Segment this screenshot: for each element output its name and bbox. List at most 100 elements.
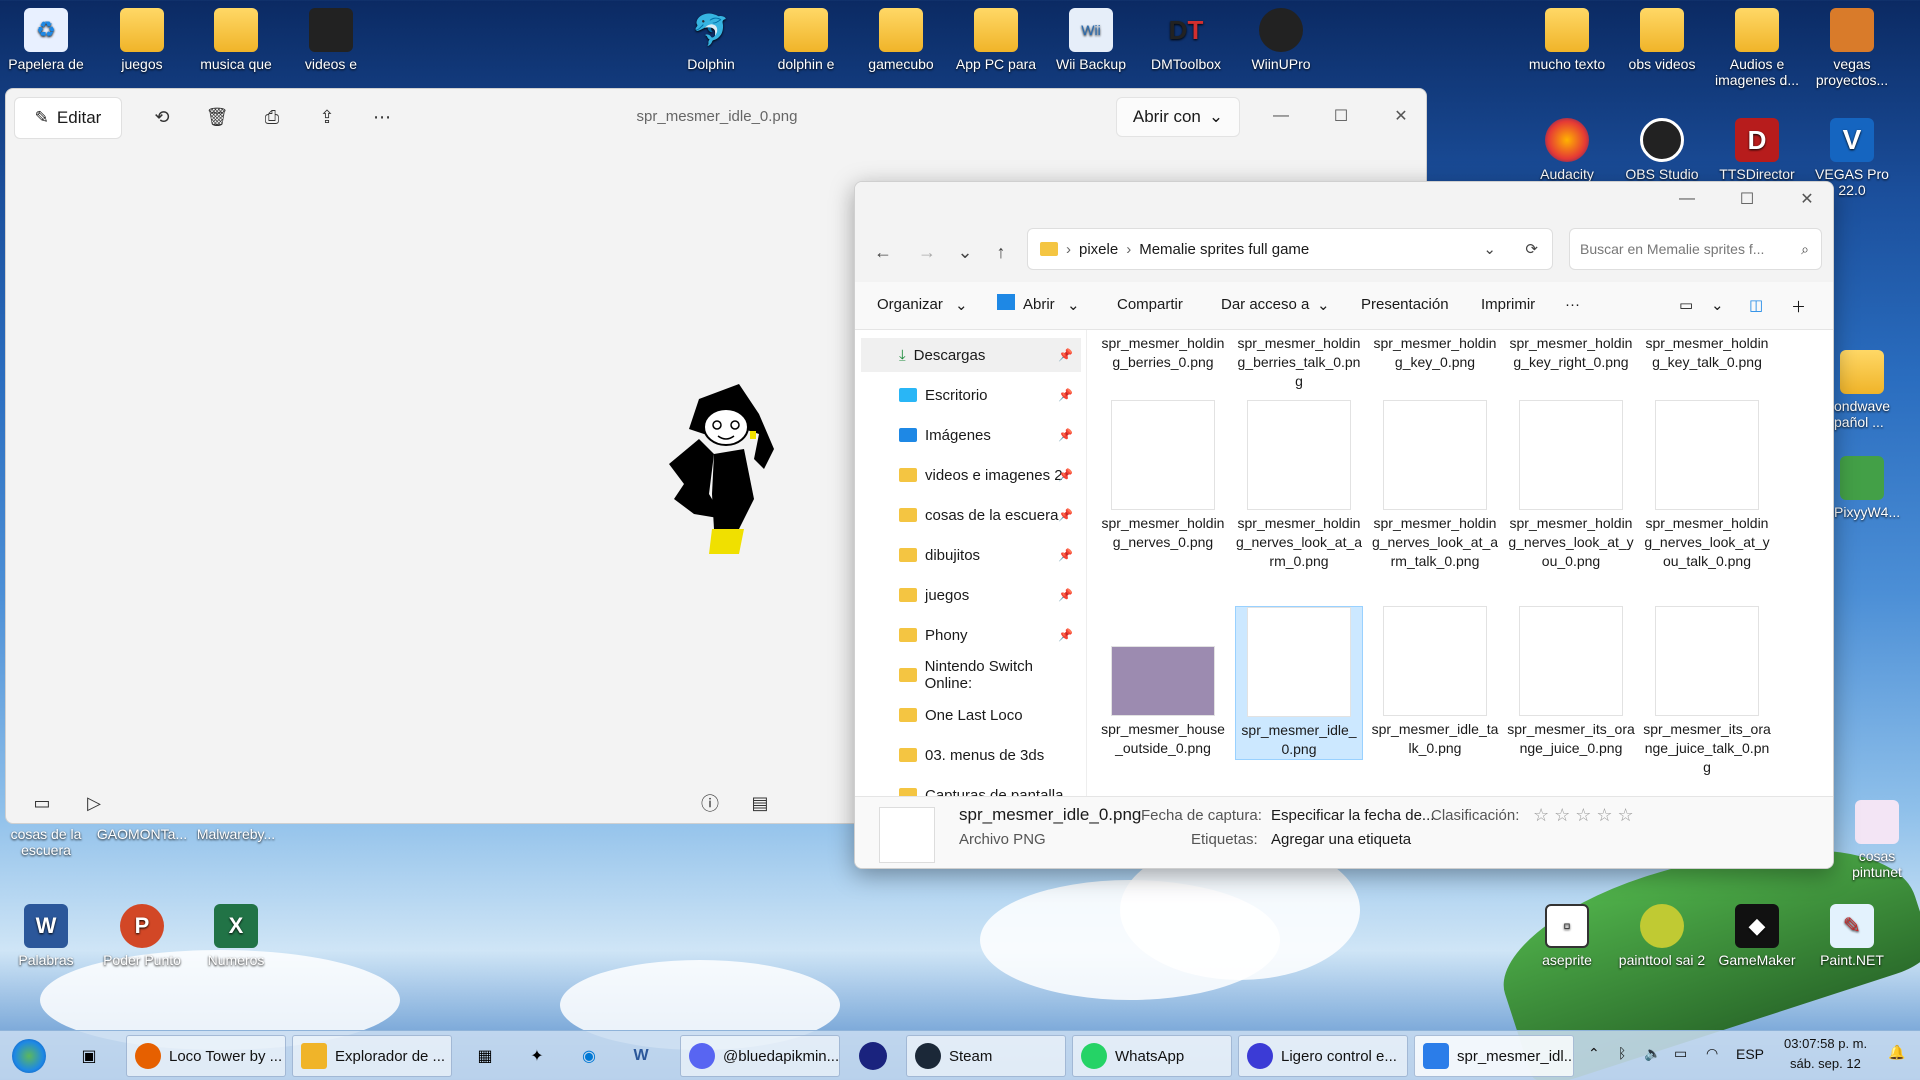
desktop-icon-cosas-escuera[interactable]: cosas de la escuera [0, 826, 92, 858]
volume-icon[interactable]: 🔈 [1644, 1045, 1661, 1062]
sidebar-item-descargas[interactable]: ⤓ Descargas 📌 [861, 338, 1081, 372]
app-icon[interactable] [856, 1039, 890, 1073]
desktop-icon-gamemaker[interactable]: ◆ GameMaker [1711, 904, 1803, 968]
desktop-icon-pixyy[interactable]: PixyyW4... [1834, 456, 1920, 520]
sidebar-item-capturas[interactable]: Capturas de pantalla [861, 778, 1081, 796]
chevron-down-icon[interactable]: ⌄ [1711, 296, 1724, 314]
word-icon[interactable]: W [624, 1039, 658, 1073]
minimize-button[interactable]: — [1261, 101, 1301, 131]
taskbar-item-steam[interactable]: Steam [906, 1035, 1066, 1077]
print-button[interactable]: Imprimir [1481, 296, 1535, 313]
desktop-icon-mucho-texto[interactable]: mucho texto [1521, 8, 1613, 72]
new-tab-icon[interactable]: ＋ [1791, 296, 1806, 317]
sidebar-item-one-last-loco[interactable]: One Last Loco [861, 698, 1081, 732]
desktop-icon-dmtoolbox[interactable]: DT DMToolbox [1140, 8, 1232, 73]
close-button[interactable]: ✕ [1787, 184, 1827, 214]
desktop-icon-aseprite[interactable]: ▫ aseprite [1521, 904, 1613, 968]
refresh-icon[interactable]: ⟳ [1525, 240, 1538, 258]
desktop-icon-dolphin-folder[interactable]: dolphin e [760, 8, 852, 72]
desktop-icon-musica[interactable]: musica que [190, 8, 282, 72]
view-icon[interactable]: ▭ [1679, 296, 1693, 314]
close-button[interactable]: ✕ [1381, 101, 1421, 131]
rating-stars[interactable]: ☆ ☆ ☆ ☆ ☆ [1533, 805, 1634, 826]
breadcrumb-item[interactable]: pixele [1079, 241, 1118, 258]
open-button[interactable]: Abrir [1023, 296, 1055, 313]
sidebar-item-imagenes[interactable]: Imágenes 📌 [861, 418, 1081, 452]
outlook-icon[interactable]: ◉ [572, 1039, 606, 1073]
file-item[interactable]: spr_mesmer_holding_nerves_look_at_arm_ta… [1371, 400, 1499, 571]
desktop-icon-wii-backup[interactable]: Wii Wii Backup [1045, 8, 1137, 72]
sidebar-item-juegos[interactable]: juegos 📌 [861, 578, 1081, 612]
show-hidden-icons[interactable]: ⌃ [1588, 1045, 1600, 1062]
desktop-icon-gamecubo[interactable]: gamecubo [855, 8, 947, 72]
desktop-icon-malwarebytes[interactable]: Malwareby... [190, 826, 282, 842]
desktop-icon-recycle-bin[interactable]: ♻ Papelera de [0, 8, 92, 72]
desktop-icon-obs[interactable]: OBS Studio [1616, 118, 1708, 182]
file-item[interactable]: spr_mesmer_its_orange_juice_0.png [1507, 606, 1635, 758]
taskbar-item-whatsapp[interactable]: WhatsApp [1072, 1035, 1232, 1077]
chevron-down-icon[interactable]: ⌄ [1483, 240, 1496, 258]
filmstrip-icon[interactable]: ▭ [28, 789, 56, 817]
organize-button[interactable]: Organizar [877, 296, 943, 313]
desktop-icon-word[interactable]: W Palabras [0, 904, 92, 968]
access-button[interactable]: Dar acceso a [1221, 296, 1309, 313]
sidebar-item-menus-3ds[interactable]: 03. menus de 3ds [861, 738, 1081, 772]
clock-date[interactable]: sáb. sep. 12 [1790, 1056, 1861, 1071]
desktop-icon-app-pc[interactable]: App PC para [950, 8, 1042, 72]
desktop-icon-ttsdirector[interactable]: D TTSDirector [1711, 118, 1803, 182]
calculator-icon[interactable]: ▦ [468, 1039, 502, 1073]
sidebar-item-cosas-escuera[interactable]: cosas de la escuera 📌 [861, 498, 1081, 532]
desktop-icon-audacity[interactable]: Audacity [1521, 118, 1613, 182]
desktop-icon-obs-videos[interactable]: obs videos [1616, 8, 1708, 72]
info-icon[interactable]: ⓘ [696, 789, 724, 817]
show-desktop-icon[interactable]: ▣ [72, 1039, 106, 1073]
sidebar-item-escritorio[interactable]: Escritorio 📌 [861, 378, 1081, 412]
desktop-icon-paintnet[interactable]: ✎ Paint.NET [1806, 904, 1898, 968]
sidebar-item-nintendo[interactable]: Nintendo Switch Online: [861, 658, 1081, 692]
address-bar[interactable]: › pixele › Memalie sprites full game ⌄ ⟳ [1027, 228, 1553, 270]
desktop-icon-powerpoint[interactable]: P Poder Punto [96, 904, 188, 968]
file-item[interactable]: spr_mesmer_idle_talk_0.png [1371, 606, 1499, 758]
wifi-icon[interactable]: ◠ [1706, 1045, 1718, 1062]
desktop-icon-audios[interactable]: Audios e imagenes d... [1711, 8, 1803, 88]
file-item[interactable]: spr_mesmer_holding_nerves_look_at_you_ta… [1643, 400, 1771, 571]
file-item[interactable]: spr_mesmer_holding_key_talk_0.png [1643, 330, 1771, 372]
desktop-icon-excel[interactable]: X Numeros [190, 904, 282, 968]
bluetooth-icon[interactable]: ᛒ [1618, 1045, 1626, 1061]
desktop-icon-gaomon[interactable]: GAOMONTa... [96, 826, 188, 842]
file-item[interactable]: spr_mesmer_holding_berries_0.png [1099, 330, 1227, 372]
taskbar-item-photos[interactable]: spr_mesmer_idl... [1414, 1035, 1574, 1077]
tags-value[interactable]: Agregar una etiqueta [1271, 831, 1411, 848]
open-with-button[interactable]: Abrir con ⌄ [1116, 97, 1240, 137]
desktop-icon-videos[interactable]: videos e [285, 8, 377, 72]
desktop-icon-cosas-pintunet[interactable]: cosas pintunet [1834, 800, 1920, 880]
share-button[interactable]: Compartir [1117, 296, 1183, 313]
file-item[interactable]: spr_mesmer_holding_berries_talk_0.png [1235, 330, 1363, 391]
minimize-button[interactable]: — [1667, 184, 1707, 214]
search-input[interactable]: Buscar en Memalie sprites f... ⌕ [1569, 228, 1822, 270]
file-item[interactable]: spr_mesmer_holding_nerves_look_at_you_0.… [1507, 400, 1635, 571]
maximize-button[interactable]: ☐ [1727, 184, 1767, 214]
back-arrow-icon[interactable]: ← [869, 238, 897, 266]
breadcrumb-item[interactable]: Memalie sprites full game [1139, 241, 1309, 258]
clock-time[interactable]: 03:07:58 p. m. [1784, 1036, 1867, 1051]
sidebar-item-videos[interactable]: videos e imagenes 2 📌 [861, 458, 1081, 492]
file-item[interactable]: spr_mesmer_holding_nerves_0.png [1099, 400, 1227, 552]
forward-arrow-icon[interactable]: → [913, 238, 941, 266]
desktop-icon-ondwave[interactable]: ondwave pañol ... [1834, 350, 1920, 430]
file-item[interactable]: spr_mesmer_its_orange_juice_talk_0.png [1643, 606, 1771, 777]
taskbar-item-firefox[interactable]: Loco Tower by ... [126, 1035, 286, 1077]
sidebar-item-dibujitos[interactable]: dibujitos 📌 [861, 538, 1081, 572]
file-item[interactable]: spr_mesmer_holding_key_right_0.png [1507, 330, 1635, 372]
desktop-icon-painttool[interactable]: painttool sai 2 [1616, 904, 1708, 968]
taskbar-item-explorer[interactable]: Explorador de ... [292, 1035, 452, 1077]
slideshow-icon[interactable]: ▷ [80, 789, 108, 817]
file-item[interactable]: spr_mesmer_house_outside_0.png [1099, 606, 1227, 758]
up-arrow-icon[interactable]: ↑ [987, 238, 1015, 266]
file-item[interactable]: spr_mesmer_holding_key_0.png [1371, 330, 1499, 372]
capture-date-value[interactable]: Especificar la fecha de... [1271, 807, 1434, 824]
battery-icon[interactable]: ▭ [1674, 1045, 1687, 1062]
app-icon[interactable]: ✦ [520, 1039, 554, 1073]
desktop-icon-wiinupro[interactable]: WiinUPro [1235, 8, 1327, 72]
start-button[interactable] [12, 1039, 46, 1073]
